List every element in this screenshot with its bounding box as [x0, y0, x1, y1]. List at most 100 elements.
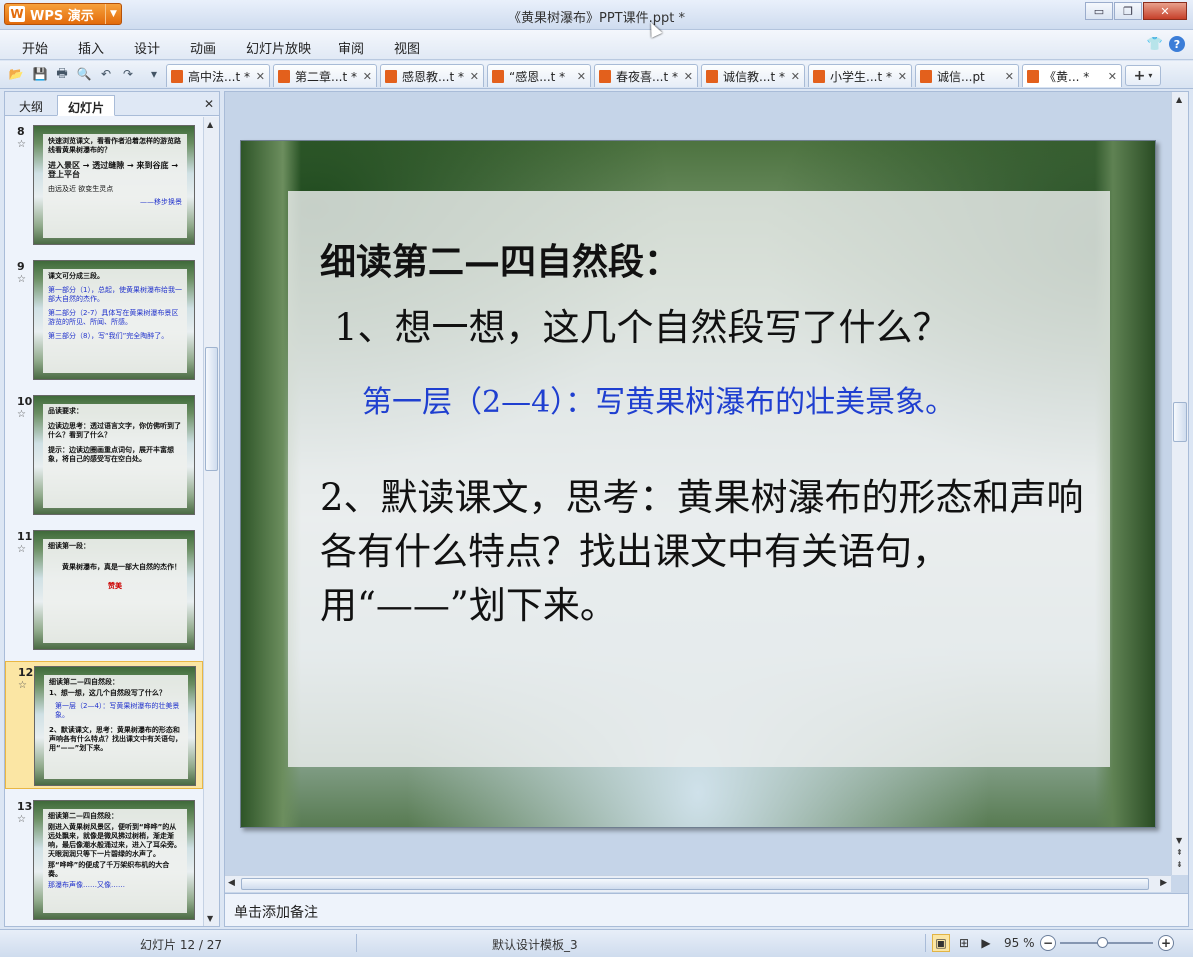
menu-slideshow[interactable]: 幻灯片放映 — [246, 38, 311, 57]
thumbnail-image: 快速浏览课文，看看作者沿着怎样的游览路线看黄果树瀑布的？ 进入景区 → 透过缝隙… — [33, 125, 195, 245]
minimize-button[interactable]: ▭ — [1085, 2, 1113, 20]
maximize-button[interactable]: ❐ — [1114, 2, 1142, 20]
slide-thumbnail-panel: 大纲 幻灯片 ✕ 8 ☆ 快速浏览课文，看看作者沿着怎样的游览路线看黄果树瀑布的… — [4, 91, 220, 927]
undo-icon[interactable]: ↶ — [98, 66, 114, 82]
window-controls: ▭ ❐ ✕ — [1085, 2, 1187, 20]
new-tab-dropdown-icon[interactable]: ▾ — [1148, 71, 1152, 80]
slide-answer-1[interactable]: 第一层（2—4）：写黄果树瀑布的壮美景象。 — [362, 377, 955, 421]
slideshow-view-icon[interactable]: ▶ — [977, 934, 995, 952]
next-slide-icon[interactable]: ⇟ — [1176, 860, 1183, 869]
slide-thumbnail-12-selected[interactable]: 12 ☆ 细读第二—四自然段： 1、想一想，这几个自然段写了什么？ 第一层（2—… — [5, 661, 203, 789]
close-tab-icon[interactable]: ✕ — [894, 70, 907, 83]
close-tab-icon[interactable]: ✕ — [252, 70, 265, 83]
slide-thumbnail-8[interactable]: 8 ☆ 快速浏览课文，看看作者沿着怎样的游览路线看黄果树瀑布的？ 进入景区 → … — [5, 121, 203, 249]
slide-thumbnail-10[interactable]: 10 ☆ 品读要求： 边读边思考：透过语言文字，你仿佛听到了什么？看到了什么？ … — [5, 391, 203, 519]
ppt-file-icon — [385, 69, 397, 83]
close-tab-icon[interactable]: ✕ — [1104, 70, 1117, 83]
scrollbar-thumb[interactable] — [1173, 402, 1187, 442]
doc-tab[interactable]: “感恩...t * ✕ — [487, 64, 591, 87]
quick-access-dropdown-icon[interactable]: ▾ — [146, 66, 162, 82]
close-tab-icon[interactable]: ✕ — [359, 70, 372, 83]
doc-tab-label: “感恩...t * — [509, 69, 566, 84]
slide-number: 8 — [17, 125, 25, 138]
slide-vertical-scrollbar[interactable]: ▲ ▼ ⇞ ⇟ — [1171, 92, 1188, 875]
scroll-up-icon[interactable]: ▲ — [207, 120, 213, 129]
zoom-out-button[interactable]: − — [1040, 935, 1056, 951]
doc-tab[interactable]: 小学生...t * ✕ — [808, 64, 912, 87]
slide-title[interactable]: 细读第二—四自然段： — [320, 233, 680, 285]
help-icon[interactable]: ? — [1169, 36, 1185, 52]
close-tab-icon[interactable]: ✕ — [680, 70, 693, 83]
thumbnail-list: 8 ☆ 快速浏览课文，看看作者沿着怎样的游览路线看黄果树瀑布的？ 进入景区 → … — [5, 117, 203, 926]
thumb-line: 1、想一想，这几个自然段写了什么？ — [49, 689, 166, 697]
doc-tab-label: 感恩教...t * — [402, 69, 464, 84]
doc-tab[interactable]: 诚信...pt ✕ — [915, 64, 1019, 87]
template-name: 默认设计模板_3 — [492, 938, 578, 952]
slide-thumbnail-13[interactable]: 13 ☆ 细读第二—四自然段： 刚进入黄果树风景区，便听到“哗哗”的从远处飘来，… — [5, 796, 203, 924]
redo-icon[interactable]: ↷ — [120, 66, 136, 82]
scroll-down-icon[interactable]: ▼ — [207, 914, 213, 923]
doc-tab[interactable]: 感恩教...t * ✕ — [380, 64, 484, 87]
slide-content-box[interactable]: 细读第二—四自然段： 1、想一想，这几个自然段写了什么？ 第一层（2—4）：写黄… — [288, 191, 1110, 767]
zoom-in-button[interactable]: + — [1158, 935, 1174, 951]
print-icon[interactable]: 🖶 — [54, 66, 70, 82]
slide-thumbnail-11[interactable]: 11 ☆ 细读第一段： 黄果树瀑布，真是一部大自然的杰作！ 赞美 — [5, 526, 203, 654]
slide-number: 13 — [17, 800, 33, 813]
slide-sorter-view-icon[interactable]: ⊞ — [955, 934, 973, 952]
close-tab-icon[interactable]: ✕ — [1001, 70, 1014, 83]
ppt-file-icon — [1027, 69, 1039, 83]
animation-star-icon: ☆ — [17, 409, 26, 420]
menu-design[interactable]: 设计 — [134, 38, 160, 57]
menu-bar: 开始 插入 设计 动画 幻灯片放映 审阅 视图 👕 ? — [0, 30, 1193, 60]
status-divider — [925, 934, 926, 952]
tab-outline[interactable]: 大纲 — [9, 95, 53, 116]
close-tab-icon[interactable]: ✕ — [466, 70, 479, 83]
doc-tab-active[interactable]: 《黄... * ✕ — [1022, 64, 1122, 87]
zoom-slider-knob[interactable] — [1097, 937, 1108, 948]
save-icon[interactable]: 💾 — [32, 66, 48, 82]
menu-view[interactable]: 视图 — [394, 38, 420, 57]
doc-tab-label: 高中法...t * — [188, 69, 250, 84]
thumb-line: 边读边思考：透过语言文字，你仿佛听到了什么？看到了什么？ — [48, 422, 181, 439]
thumbnail-image: 品读要求： 边读边思考：透过语言文字，你仿佛听到了什么？看到了什么？ 提示：边读… — [33, 395, 195, 515]
slide-question-1[interactable]: 1、想一想，这几个自然段写了什么？ — [334, 297, 950, 351]
scroll-right-icon[interactable]: ▶ — [1160, 878, 1167, 888]
open-folder-icon[interactable]: 📂 — [8, 66, 24, 82]
ppt-file-icon — [171, 69, 183, 83]
scroll-up-icon[interactable]: ▲ — [1176, 95, 1182, 104]
thumbnail-scrollbar[interactable]: ▲ ▼ — [203, 117, 219, 926]
close-panel-icon[interactable]: ✕ — [204, 97, 214, 111]
scrollbar-thumb[interactable] — [205, 347, 218, 471]
thumb-line: ——移步换景 — [140, 198, 182, 206]
doc-tab[interactable]: 第二章...t * ✕ — [273, 64, 377, 87]
menu-insert[interactable]: 插入 — [78, 38, 104, 57]
notes-pane[interactable]: 单击添加备注 — [225, 893, 1188, 926]
ppt-file-icon — [599, 69, 611, 83]
tab-slides[interactable]: 幻灯片 — [57, 95, 116, 116]
close-window-button[interactable]: ✕ — [1143, 2, 1187, 20]
scroll-down-icon[interactable]: ▼ — [1176, 836, 1182, 845]
print-preview-icon[interactable]: 🔍 — [76, 66, 92, 82]
plus-icon: + — [1133, 67, 1146, 84]
previous-slide-icon[interactable]: ⇞ — [1176, 848, 1183, 857]
slide-question-2[interactable]: 2、默读课文，思考：黄果树瀑布的形态和声响各有什么特点？找出课文中有关语句，用“… — [320, 471, 1100, 633]
skin-icon[interactable]: 👕 — [1147, 37, 1163, 52]
zoom-level[interactable]: 95 % — [1004, 936, 1035, 950]
menu-home[interactable]: 开始 — [22, 38, 48, 57]
doc-tab[interactable]: 诚信教...t * ✕ — [701, 64, 805, 87]
scroll-left-icon[interactable]: ◀ — [228, 878, 235, 888]
animation-star-icon: ☆ — [17, 139, 26, 150]
current-slide[interactable]: 细读第二—四自然段： 1、想一想，这几个自然段写了什么？ 第一层（2—4）：写黄… — [240, 140, 1156, 828]
normal-view-icon[interactable]: ▣ — [932, 934, 950, 952]
status-bar: 幻灯片 12 / 27 默认设计模板_3 ▣ ⊞ ▶ 95 % − + — [0, 929, 1193, 957]
slide-thumbnail-9[interactable]: 9 ☆ 课文可分成三段。 第一部分（1），总起，使黄果树瀑布给我一部大自然的杰作… — [5, 256, 203, 384]
close-tab-icon[interactable]: ✕ — [573, 70, 586, 83]
doc-tab[interactable]: 高中法...t * ✕ — [166, 64, 270, 87]
scrollbar-thumb[interactable] — [241, 878, 1149, 890]
new-tab-button[interactable]: + ▾ — [1125, 65, 1161, 86]
slide-horizontal-scrollbar[interactable]: ◀ ▶ — [225, 875, 1171, 892]
menu-review[interactable]: 审阅 — [338, 38, 364, 57]
close-tab-icon[interactable]: ✕ — [787, 70, 800, 83]
menu-animation[interactable]: 动画 — [190, 38, 216, 57]
doc-tab[interactable]: 春夜喜...t * ✕ — [594, 64, 698, 87]
